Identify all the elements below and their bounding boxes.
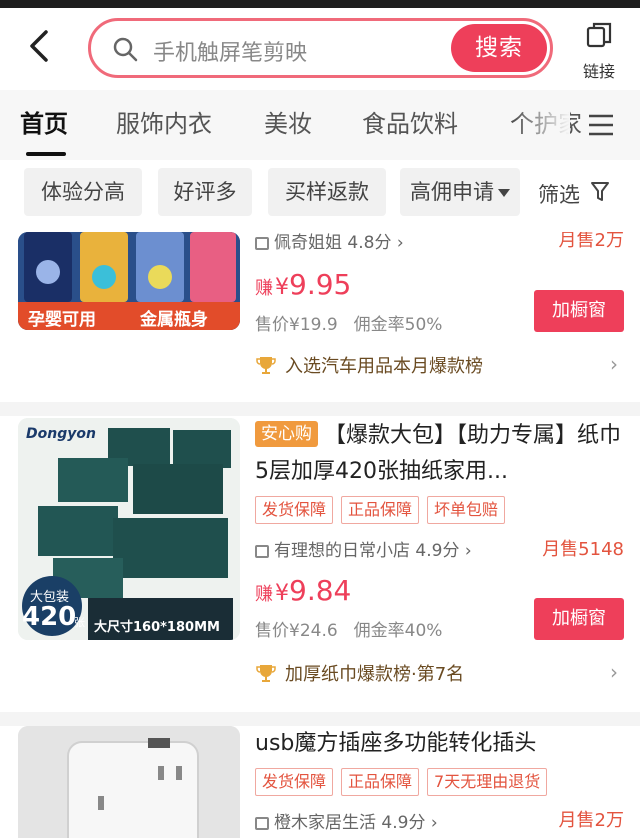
trophy-icon — [256, 357, 276, 374]
back-arrow-icon[interactable] — [22, 26, 62, 66]
tab-beauty[interactable]: 美妆 — [264, 104, 312, 139]
shop-name[interactable]: 橙木家居生活 4.9分 › — [255, 808, 438, 833]
chevron-right-icon[interactable]: › — [610, 352, 618, 376]
link-button[interactable]: 链接 — [571, 20, 627, 82]
filter-sample-refund[interactable]: 买样返款 — [268, 168, 386, 216]
card-divider — [0, 402, 640, 416]
shop-icon — [255, 237, 269, 250]
rank-label: 加厚纸巾爆款榜·第7名 — [285, 664, 465, 685]
price-value: 9.84 — [289, 574, 352, 607]
filter-high-commission[interactable]: 高佣申请 — [400, 168, 520, 216]
copy-link-icon — [586, 22, 612, 48]
filter-experience[interactable]: 体验分高 — [24, 168, 142, 216]
shop-label: 橙木家居生活 4.9分 › — [274, 813, 438, 833]
currency-symbol: ¥ — [275, 275, 289, 300]
price-value: 9.95 — [289, 268, 352, 301]
original-price: 售价¥19.9 — [255, 315, 338, 335]
price-info: 售价¥19.9 佣金率50% — [255, 310, 458, 335]
category-tabs: 首页 服饰内衣 美妆 食品饮料 个护家 — [0, 90, 640, 160]
shop-name[interactable]: 有理想的日常小店 4.9分 › — [255, 536, 472, 561]
product-card[interactable]: usb魔方插座多功能转化插头 发货保障 正品保障 7天无理由退货 橙木家居生活 4.… — [0, 726, 640, 838]
chevron-right-icon[interactable]: › — [610, 660, 618, 684]
service-tags: 发货保障 正品保障 坏单包赔 — [255, 496, 513, 524]
tab-home[interactable]: 首页 — [20, 104, 68, 139]
filter-bar: 体验分高 好评多 买样返款 高佣申请 筛选 — [0, 160, 640, 232]
price-info: 售价¥24.6 佣金率40% — [255, 616, 458, 641]
earn-label: 赚 — [255, 584, 273, 605]
filter-good-reviews[interactable]: 好评多 — [158, 168, 252, 216]
rank-label: 入选汽车用品本月爆款榜 — [285, 356, 483, 377]
brand-logo: Dongyon — [26, 426, 96, 442]
filter-button[interactable]: 筛选 — [538, 179, 580, 209]
ranking-link[interactable]: 加厚纸巾爆款榜·第7名 — [255, 660, 464, 686]
commission-rate: 佣金率40% — [353, 621, 443, 641]
tag-authentic: 正品保障 — [341, 496, 420, 524]
shop-label: 有理想的日常小店 4.9分 › — [274, 541, 472, 561]
original-price: 售价¥24.6 — [255, 621, 338, 641]
assured-badge: 安心购 — [255, 421, 318, 447]
shop-icon — [255, 817, 269, 830]
product-image[interactable]: 孕婴可用 金属瓶身 — [18, 232, 240, 330]
image-label-unit: 张 — [74, 616, 85, 629]
funnel-icon[interactable] — [590, 181, 610, 203]
trophy-icon — [256, 665, 276, 682]
earn-price: 赚¥9.95 — [255, 268, 351, 301]
image-label-baby: 孕婴可用 — [28, 310, 96, 330]
tabs-fade — [515, 90, 570, 160]
tag-shipping: 发货保障 — [255, 496, 334, 524]
shop-name[interactable]: 佩奇姐姐 4.8分 › — [255, 232, 404, 253]
product-image[interactable] — [18, 726, 240, 838]
tag-damage-compensation: 坏单包赔 — [427, 496, 506, 524]
tab-apparel[interactable]: 服饰内衣 — [116, 104, 212, 139]
dropdown-triangle-icon — [498, 189, 510, 197]
status-bar — [0, 0, 640, 8]
shop-icon — [255, 545, 269, 558]
tag-authentic: 正品保障 — [341, 768, 420, 796]
commission-rate: 佣金率50% — [353, 315, 443, 335]
product-card[interactable]: 孕婴可用 金属瓶身 佩奇姐姐 4.8分 › 月售2万 赚¥9.95 加橱窗 售价… — [0, 232, 640, 402]
menu-icon[interactable] — [586, 110, 616, 140]
product-title[interactable]: 安心购 【爆款大包】【助力专属】纸巾5层加厚420张抽纸家用... — [255, 418, 625, 490]
earn-label: 赚 — [255, 278, 273, 299]
monthly-sales: 月售2万 — [558, 810, 624, 831]
search-bar[interactable]: 手机触屏笔剪映 搜索 — [88, 18, 553, 78]
ranking-link[interactable]: 入选汽车用品本月爆款榜 — [255, 352, 483, 378]
image-label-size: 大尺寸160*180MM — [94, 620, 220, 635]
shop-label: 佩奇姐姐 4.8分 › — [274, 233, 404, 253]
product-card[interactable]: Dongyon 大包装 420 张 大尺寸160*180MM 安心购 【爆款大包】… — [0, 416, 640, 712]
header: 手机触屏笔剪映 搜索 链接 — [0, 8, 640, 88]
tag-7day-return: 7天无理由退货 — [427, 768, 548, 796]
product-image[interactable]: Dongyon 大包装 420 张 大尺寸160*180MM — [18, 418, 240, 640]
link-label: 链接 — [582, 62, 615, 81]
search-icon — [113, 37, 138, 62]
service-tags: 发货保障 正品保障 7天无理由退货 — [255, 768, 555, 796]
currency-symbol: ¥ — [275, 581, 289, 606]
product-image-art — [18, 726, 240, 838]
search-input[interactable]: 手机触屏笔剪映 — [153, 35, 307, 67]
filter-high-commission-label: 高佣申请 — [410, 180, 494, 204]
earn-price: 赚¥9.84 — [255, 574, 351, 607]
add-to-showcase-button[interactable]: 加橱窗 — [534, 290, 624, 332]
monthly-sales: 月售2万 — [558, 232, 624, 251]
tab-food[interactable]: 食品饮料 — [362, 104, 458, 139]
product-title[interactable]: usb魔方插座多功能转化插头 — [255, 726, 625, 762]
tag-shipping: 发货保障 — [255, 768, 334, 796]
add-to-showcase-button[interactable]: 加橱窗 — [534, 598, 624, 640]
monthly-sales: 月售5148 — [542, 539, 624, 560]
image-label-count: 420 — [22, 602, 77, 632]
image-label-metal: 金属瓶身 — [140, 310, 208, 330]
active-tab-indicator — [26, 152, 66, 156]
search-button[interactable]: 搜索 — [451, 24, 547, 72]
card-divider — [0, 712, 640, 726]
